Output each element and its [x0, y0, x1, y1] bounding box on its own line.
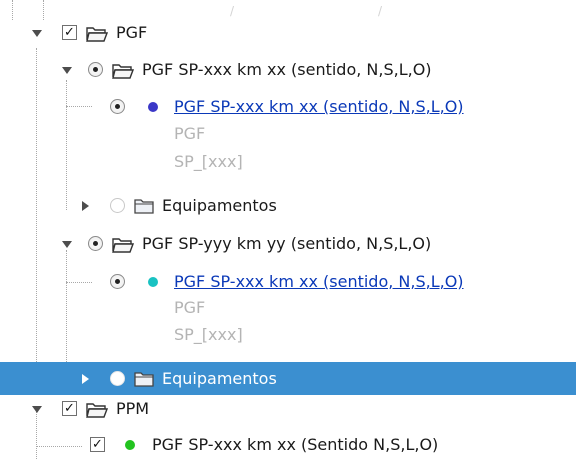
layer-link[interactable]: PGF SP-xxx km xx (sentido, N,S,L,O)	[174, 92, 464, 122]
tree-node-layer[interactable]: ✓ PGF SP-xxx km xx (Sentido N,S,L,O)	[0, 430, 576, 460]
node-label: PPM	[116, 399, 150, 418]
layer-symbol-dot	[148, 102, 158, 112]
node-label: PGF SP-yyy km yy (sentido, N,S,L,O)	[142, 234, 432, 253]
folder-open-icon	[112, 238, 134, 253]
collapse-arrow-icon[interactable]	[62, 67, 72, 74]
expand-arrow-icon[interactable]	[82, 201, 89, 211]
collapse-arrow-icon[interactable]	[32, 406, 42, 413]
layer-checkbox[interactable]: ✓	[62, 401, 77, 416]
folder-icon	[134, 372, 154, 387]
tree-node-layer[interactable]: PGF SP-xxx km xx (sentido, N,S,L,O)	[0, 92, 576, 122]
tree-node-pgf[interactable]: ✓ PGF	[0, 18, 576, 48]
layer-radio[interactable]	[110, 371, 125, 386]
tree-node-ppm[interactable]: ✓ PPM	[0, 394, 576, 424]
node-label: Equipamentos	[162, 369, 277, 388]
node-label: Equipamentos	[162, 196, 277, 215]
decor-mark: /	[378, 4, 383, 18]
folder-open-icon	[112, 64, 134, 79]
layer-symbol-dot	[125, 440, 135, 450]
layer-detail: SP_[xxx]	[174, 152, 243, 171]
layer-radio[interactable]	[88, 62, 103, 77]
collapse-arrow-icon[interactable]	[62, 241, 72, 248]
layer-radio[interactable]	[110, 99, 125, 114]
tree-node-pgf-sp-xxx[interactable]: PGF SP-xxx km xx (sentido, N,S,L,O)	[0, 55, 576, 85]
tree-node-layer[interactable]: PGF SP-xxx km xx (sentido, N,S,L,O)	[0, 267, 576, 297]
folder-icon	[134, 199, 154, 214]
layer-symbol-dot	[148, 277, 158, 287]
tree-node-equipamentos[interactable]: Equipamentos	[0, 191, 576, 221]
node-label: PGF SP-xxx km xx (sentido, N,S,L,O)	[142, 60, 432, 79]
folder-open-icon	[86, 403, 108, 418]
tree-node-pgf-sp-yyy[interactable]: PGF SP-yyy km yy (sentido, N,S,L,O)	[0, 229, 576, 259]
layer-detail: PGF	[174, 124, 206, 143]
layer-tree: / / ✓ PGF PGF SP-xxx km xx (sentido, N,S…	[0, 0, 576, 459]
layer-checkbox[interactable]: ✓	[90, 437, 105, 452]
layer-checkbox[interactable]: ✓	[62, 25, 77, 40]
tree-guide-line	[12, 0, 13, 20]
collapse-arrow-icon[interactable]	[32, 30, 42, 37]
layer-radio[interactable]	[110, 198, 125, 213]
tree-node-equipamentos-selected[interactable]: Equipamentos	[0, 362, 576, 395]
layer-radio[interactable]	[88, 236, 103, 251]
layer-detail: PGF	[174, 298, 206, 317]
node-label: PGF SP-xxx km xx (Sentido N,S,L,O)	[152, 435, 439, 454]
expand-arrow-icon[interactable]	[82, 374, 89, 384]
layer-radio[interactable]	[110, 274, 125, 289]
tree-guide-line	[43, 0, 44, 20]
decor-mark: /	[230, 4, 235, 18]
folder-open-icon	[86, 27, 108, 42]
layer-link[interactable]: PGF SP-xxx km xx (sentido, N,S,L,O)	[174, 267, 464, 297]
layer-detail: SP_[xxx]	[174, 325, 243, 344]
node-label: PGF	[116, 23, 148, 42]
